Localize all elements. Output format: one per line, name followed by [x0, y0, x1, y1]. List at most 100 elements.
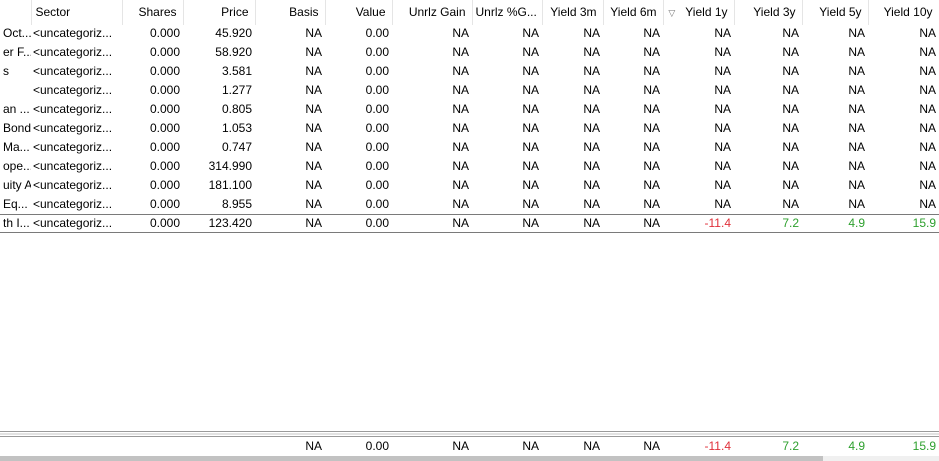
cell-sector: <uncategoriz... — [33, 64, 113, 78]
column-header-sector[interactable]: Sector — [31, 0, 123, 25]
column-header-name[interactable] — [0, 0, 32, 25]
cell-value: 0.00 — [365, 121, 389, 135]
column-header-yield-10y[interactable]: Yield 10y — [868, 0, 939, 25]
cell-name: Eq... — [3, 197, 28, 211]
cell-yield-1y: NA — [714, 197, 731, 211]
table-row[interactable]: <uncategoriz... 0.000 1.277 NA 0.00 NA NA NA NA N… — [0, 81, 939, 100]
cell-name: ope... — [3, 159, 31, 173]
sort-descending-icon: ▽ — [668, 7, 676, 18]
cell-yield-6m: NA — [643, 83, 660, 97]
cell-basis: NA — [305, 102, 322, 116]
cell-yield-3m: NA — [583, 140, 600, 154]
column-header-yield-6m[interactable]: Yield 6m — [603, 0, 664, 25]
column-header-label: Yield 10y — [883, 5, 933, 20]
cell-yield-10y: NA — [919, 102, 936, 116]
cell-basis: NA — [305, 197, 322, 211]
cell-yield-6m: NA — [643, 45, 660, 59]
cell-basis: NA — [305, 178, 322, 192]
cell-yield-3y: NA — [782, 26, 799, 40]
table-row[interactable]: Oct... <uncategoriz... 0.000 45.920 NA 0.00 NA… — [0, 24, 939, 43]
cell-unrlz-gain: NA — [452, 178, 469, 192]
cell-unrlz-pct: NA — [522, 64, 539, 78]
cell-shares: 0.000 — [149, 64, 180, 78]
cell-yield-6m: NA — [643, 197, 660, 211]
column-header-yield-3y[interactable]: Yield 3y — [734, 0, 803, 25]
table-row[interactable]: Ma... <uncategoriz... 0.000 0.747 NA 0.00 NA NA… — [0, 138, 939, 157]
cell-yield-3y: NA — [782, 140, 799, 154]
column-header-yield-5y[interactable]: Yield 5y — [802, 0, 869, 25]
cell-yield-3m: NA — [583, 178, 600, 192]
cell-basis: NA — [305, 159, 322, 173]
cell-sector: <uncategoriz... — [33, 178, 113, 192]
cell-sector: <uncategoriz... — [33, 83, 113, 97]
total-price — [183, 437, 255, 456]
total-yield-6m: NA — [643, 439, 660, 453]
table-row[interactable]: Eq... <uncategoriz... 0.000 8.955 NA 0.00 NA NA… — [0, 195, 939, 215]
cell-yield-3m: NA — [583, 83, 600, 97]
column-header-yield-3m[interactable]: Yield 3m — [542, 0, 604, 25]
column-header-unrlz-pct[interactable]: Unrlz %G... — [472, 0, 543, 25]
column-header-value[interactable]: Value — [325, 0, 393, 25]
cell-unrlz-gain: NA — [452, 83, 469, 97]
cell-yield-3m: NA — [583, 121, 600, 135]
cell-yield-5y: NA — [848, 26, 865, 40]
cell-yield-10y: NA — [919, 83, 936, 97]
cell-yield-3m: NA — [583, 102, 600, 116]
cell-unrlz-gain: NA — [452, 140, 469, 154]
cell-sector: <uncategoriz... — [33, 140, 113, 154]
cell-yield-6m: NA — [643, 140, 660, 154]
cell-yield-3y: NA — [782, 159, 799, 173]
cell-unrlz-pct: NA — [472, 214, 542, 233]
cell-unrlz-gain: NA — [452, 159, 469, 173]
column-header-label: Price — [221, 5, 249, 20]
cell-yield-5y: NA — [848, 197, 865, 211]
cell-yield-5y: NA — [848, 121, 865, 135]
table-row[interactable]: th I... <uncategoriz... 0.000 123.420 NA 0.00… — [0, 214, 939, 233]
cell-shares: 0.000 — [149, 197, 180, 211]
table-row[interactable]: uity A <uncategoriz... 0.000 181.100 NA 0.00 N… — [0, 176, 939, 195]
cell-name: Ma... — [3, 140, 30, 154]
column-header-basis[interactable]: Basis — [255, 0, 326, 25]
cell-sector: <uncategoriz... — [33, 121, 113, 135]
cell-sector: <uncategoriz... — [33, 45, 113, 59]
cell-yield-3y: NA — [782, 197, 799, 211]
cell-yield-3m: NA — [583, 197, 600, 211]
cell-basis: NA — [305, 121, 322, 135]
column-header-unrlz-gain[interactable]: Unrlz Gain — [392, 0, 473, 25]
column-header-label: Yield 3y — [753, 5, 796, 20]
cell-unrlz-pct: NA — [522, 159, 539, 173]
table-row[interactable]: an ... <uncategoriz... 0.000 0.805 NA 0.00 NA N… — [0, 100, 939, 119]
table-row[interactable]: er F... <uncategoriz... 0.000 58.920 NA 0.00 N… — [0, 43, 939, 62]
totals-row: NA 0.00 NA NA NA NA -11.4 7.2 4.9 15.9 — [0, 437, 939, 456]
table-row[interactable]: ope... <uncategoriz... 0.000 314.990 NA 0.00 N… — [0, 157, 939, 176]
cell-sector: <uncategoriz... — [33, 197, 113, 211]
column-header-label: Yield 5y — [819, 5, 862, 20]
cell-name: Bond — [3, 121, 31, 135]
cell-value: 0.00 — [325, 214, 392, 233]
table-row[interactable]: s <uncategoriz... 0.000 3.581 NA 0.00 NA NA NA NA… — [0, 62, 939, 81]
cell-yield-6m: NA — [643, 178, 660, 192]
table-row[interactable]: Bond <uncategoriz... 0.000 1.053 NA 0.00 NA NA N… — [0, 119, 939, 138]
cell-price: 1.277 — [221, 83, 252, 97]
total-sector — [31, 437, 122, 456]
cell-yield-1y: NA — [714, 64, 731, 78]
horizontal-scrollbar-thumb[interactable] — [0, 456, 823, 461]
cell-value: 0.00 — [365, 45, 389, 59]
cell-price: 58.920 — [215, 45, 252, 59]
cell-yield-1y: NA — [714, 26, 731, 40]
cell-unrlz-gain: NA — [452, 197, 469, 211]
cell-basis: NA — [305, 83, 322, 97]
cell-name: an ... — [3, 102, 30, 116]
cell-name: th I... — [0, 214, 31, 233]
cell-basis: NA — [305, 26, 322, 40]
cell-yield-3y: NA — [782, 102, 799, 116]
cell-yield-3m: NA — [542, 214, 603, 233]
total-name — [0, 437, 31, 456]
totals-separator — [0, 431, 939, 432]
cell-unrlz-pct: NA — [522, 140, 539, 154]
cell-unrlz-gain: NA — [452, 121, 469, 135]
column-header-price[interactable]: Price — [183, 0, 256, 25]
column-header-yield-1y[interactable]: ▽ Yield 1y — [663, 0, 735, 25]
cell-yield-3m: NA — [583, 64, 600, 78]
column-header-shares[interactable]: Shares — [122, 0, 184, 25]
